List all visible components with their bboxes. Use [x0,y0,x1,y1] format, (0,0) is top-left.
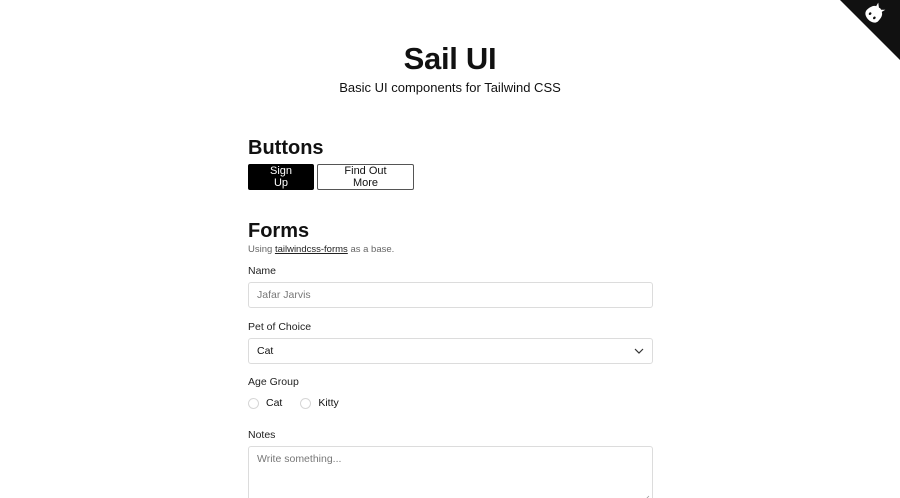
pet-select[interactable]: Cat [248,338,653,364]
name-placeholder: Jafar Jarvis [257,289,311,301]
forms-subtext: Using tailwindcss-forms as a base. [248,244,653,256]
age-group-label: Age Group [248,376,299,388]
radio-option-cat[interactable]: Cat [248,397,282,409]
sign-up-button[interactable]: Sign Up [248,164,314,190]
notes-textarea[interactable]: Write something... [248,446,653,498]
radio-label: Cat [266,397,283,409]
notes-placeholder: Write something... [257,453,342,465]
hero: Sail UI Basic UI components for Tailwind… [0,40,900,96]
pet-selected-value: Cat [257,345,274,357]
buttons-heading: Buttons [248,137,324,159]
find-out-more-button[interactable]: Find Out More [317,164,414,190]
forms-heading: Forms [248,220,310,242]
pet-label: Pet of Choice [248,321,312,333]
radio-button[interactable] [300,397,312,409]
main-content: Buttons Sign Up Find Out More Forms Usin… [248,136,653,498]
name-input[interactable]: Jafar Jarvis [248,282,653,308]
button-group: Sign Up Find Out More [248,164,653,190]
radio-label: Kitty [318,397,339,409]
age-group-radios: Cat Kitty [248,396,653,410]
page-title: Sail UI [403,41,497,76]
subtext-prefix: Using [248,244,273,255]
radio-button[interactable] [248,397,259,409]
subtext-suffix: as a base. [350,244,395,255]
tailwindcss-forms-link[interactable]: tailwindcss-forms [275,244,348,255]
chevron-down-icon [634,348,644,354]
notes-label: Notes [248,429,276,441]
radio-option-kitty[interactable]: Kitty [300,397,339,409]
name-label: Name [248,265,277,277]
page: Sail UI Basic UI components for Tailwind… [0,0,900,498]
page-subtitle: Basic UI components for Tailwind CSS [339,80,561,95]
